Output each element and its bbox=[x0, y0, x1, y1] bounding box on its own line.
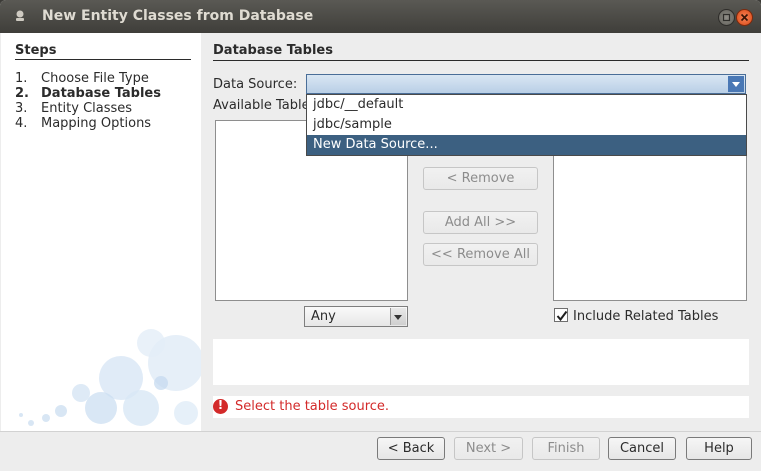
section-divider bbox=[213, 60, 749, 61]
step-mapping-options: 4. Mapping Options bbox=[15, 116, 152, 131]
close-icon[interactable] bbox=[736, 9, 753, 26]
chevron-down-icon[interactable] bbox=[728, 76, 744, 92]
next-button[interactable]: Next > bbox=[454, 437, 523, 460]
available-tables-label: Available Tables: bbox=[213, 98, 306, 113]
back-button[interactable]: < Back bbox=[377, 437, 445, 460]
window-title: New Entity Classes from Database bbox=[42, 8, 314, 24]
error-text: Select the table source. bbox=[235, 399, 390, 414]
app-icon bbox=[16, 10, 24, 21]
help-button[interactable]: Help bbox=[686, 437, 752, 460]
error-icon bbox=[213, 398, 228, 414]
cancel-button[interactable]: Cancel bbox=[608, 437, 676, 460]
data-source-combo[interactable] bbox=[306, 74, 746, 94]
remove-button[interactable]: < Remove bbox=[423, 167, 538, 190]
data-source-dropdown[interactable]: jdbc/__default jdbc/sample New Data Sour… bbox=[306, 94, 747, 156]
step-entity-classes: 3. Entity Classes bbox=[15, 101, 133, 116]
title-bar[interactable]: New Entity Classes from Database bbox=[0, 0, 761, 33]
include-related-checkbox[interactable] bbox=[554, 308, 568, 322]
data-source-label: Data Source: bbox=[213, 77, 298, 92]
dialog-window: New Entity Classes from Database Steps 1… bbox=[0, 0, 761, 471]
steps-title: Steps bbox=[15, 43, 57, 58]
error-message-bar: Select the table source. bbox=[213, 396, 749, 418]
dropdown-option-new-data-source[interactable]: New Data Source... bbox=[307, 135, 746, 155]
steps-panel: Steps 1. Choose File Type 2. Database Tabl… bbox=[1, 33, 201, 431]
finish-button[interactable]: Finish bbox=[532, 437, 600, 460]
dropdown-option-default[interactable]: jdbc/__default bbox=[307, 95, 746, 115]
step-database-tables: 2. Database Tables bbox=[15, 86, 161, 101]
checkmark-icon bbox=[556, 310, 568, 322]
dropdown-option-sample[interactable]: jdbc/sample bbox=[307, 115, 746, 135]
include-related-label[interactable]: Include Related Tables bbox=[573, 309, 718, 324]
step-choose-file-type: 1. Choose File Type bbox=[15, 71, 149, 86]
section-title: Database Tables bbox=[213, 43, 333, 58]
table-filter-value: Any bbox=[311, 309, 336, 324]
decorative-bubbles bbox=[19, 329, 201, 426]
chevron-down-icon[interactable] bbox=[390, 308, 406, 325]
description-area bbox=[213, 339, 749, 385]
add-all-button[interactable]: Add All >> bbox=[423, 211, 538, 234]
steps-divider bbox=[15, 59, 191, 60]
restore-icon[interactable] bbox=[718, 9, 735, 26]
remove-all-button[interactable]: << Remove All bbox=[423, 243, 538, 266]
footer-divider bbox=[0, 431, 761, 432]
table-filter-combo[interactable]: Any bbox=[304, 306, 408, 327]
